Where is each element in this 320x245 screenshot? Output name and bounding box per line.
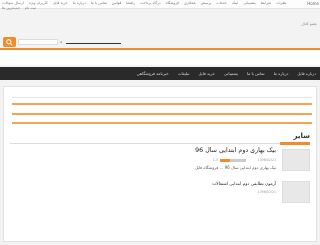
home-link[interactable]: Home [307, 1, 319, 6]
section-title: سایر [293, 132, 311, 140]
nav-item[interactable]: تبلیغات [178, 71, 190, 76]
rating-label: 1-5 [212, 158, 218, 162]
top-link[interactable]: خرید فایل [53, 1, 68, 5]
top-link[interactable]: لینک [232, 1, 238, 5]
search-input[interactable] [18, 39, 58, 45]
nav-item[interactable]: درباره فایل [297, 71, 316, 76]
post-thumbnail[interactable] [282, 149, 310, 171]
nav-item[interactable]: درباره ما [274, 71, 289, 76]
header-banner [0, 48, 320, 65]
nav-item[interactable]: خرید فایل [198, 71, 214, 76]
post-rating: 1-5 [213, 158, 246, 162]
section-accent [280, 142, 310, 145]
post-thumbnail[interactable] [282, 181, 310, 203]
top-link[interactable]: همکاری [184, 1, 196, 5]
divider [12, 113, 312, 115]
top-link[interactable]: ثبت نام [25, 6, 36, 10]
top-link[interactable]: تماس با ما [91, 1, 107, 5]
top-link[interactable]: جدیدترین ها [2, 6, 20, 10]
rating-bar [220, 158, 246, 162]
search-submit[interactable]: ◂ [60, 40, 65, 44]
top-link[interactable]: خدمات [216, 1, 227, 5]
top-link[interactable]: نظرات [276, 1, 286, 5]
top-link[interactable]: قوانین [112, 1, 121, 5]
post-date: 1396/02/21 [257, 158, 276, 162]
nav-item[interactable]: تماس با ما [247, 71, 265, 76]
nav-item[interactable]: پشتیبانی [224, 71, 238, 76]
top-link[interactable]: پرسش [201, 1, 212, 5]
top-link[interactable]: ارسال سوالات [2, 1, 24, 5]
content-area: سایر بیک بهاری دوم ابتدایی سال 96 1396/0… [3, 86, 317, 242]
top-link[interactable]: درباره ما [73, 1, 86, 5]
post-title[interactable]: آزمون تطابقی دوم ابتدایی اشتغالات [212, 182, 276, 187]
section-divider [10, 143, 310, 144]
search-button[interactable] [3, 37, 16, 47]
search-icon [6, 39, 13, 46]
post-title[interactable]: بیک بهاری دوم ابتدایی سال 96 [195, 147, 276, 154]
top-link[interactable]: راهنما [126, 1, 135, 5]
top-link[interactable]: درگاه پرداخت [140, 1, 161, 5]
top-link[interactable]: کاربران ویژه [29, 1, 48, 5]
main-nav: خبرنامه فروشگاهی تبلیغات خرید فایل پشتیبانی… [0, 67, 320, 80]
top-link[interactable]: شرایط [261, 1, 271, 5]
top-link[interactable]: فروشگاه [166, 1, 179, 5]
post-excerpt: بیک بهاری دوم ابتدایی سال 96 ... فروشگاه… [194, 165, 276, 170]
divider [12, 103, 312, 105]
post-date: 1396/02/21 [257, 190, 276, 194]
top-links: ارسال سوالات کاربران ویژه خرید فایل درباره … [2, 1, 302, 10]
divider [12, 97, 312, 98]
subscribe-link[interactable]: عضو کانال [301, 22, 317, 26]
nav-item[interactable]: خبرنامه فروشگاهی [137, 71, 169, 76]
top-link[interactable]: پشتیبانی [243, 1, 256, 5]
divider [12, 122, 312, 124]
search-field-line[interactable] [66, 39, 121, 44]
